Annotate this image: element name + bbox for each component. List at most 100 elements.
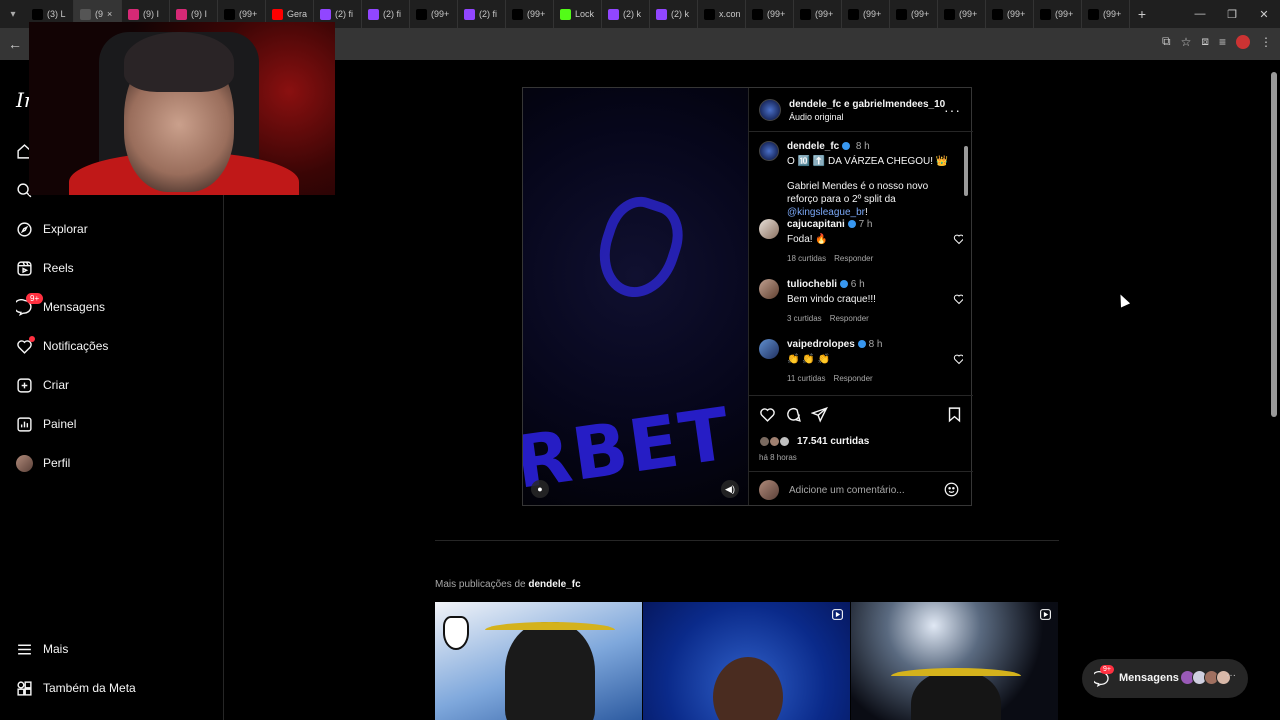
sidebar-item-painel[interactable]: Painel [16,413,76,435]
tab-label: (99+ [767,9,786,19]
tab-label: (9) I [143,9,160,19]
post-thumbnail[interactable] [643,602,850,720]
webcam-overlay [29,22,335,195]
browser-tab[interactable]: (99+ [842,0,890,28]
browser-tab[interactable]: (2) fi [458,0,506,28]
bookmark-star-icon[interactable]: ☆ [1181,35,1192,49]
tab-label: (99+ [815,9,834,19]
tab-label: (99+ [1103,9,1122,19]
messages-floating-button[interactable]: 9+ Mensagens ··· [1082,659,1248,698]
browser-tab[interactable]: (2) fi [362,0,410,28]
comment-item: cajucapitani 7 h Foda! 🔥 18 curtidas Respon… [759,219,963,263]
sidebar-item-reels[interactable]: Reels [16,257,74,279]
browser-menu-icon[interactable]: ⋮ [1260,35,1272,49]
reply-button[interactable]: Responder [834,254,873,263]
page-scrollbar[interactable] [1268,60,1280,720]
tagged-users-icon[interactable]: ● [531,480,549,498]
more-options-icon[interactable]: ··· [944,102,961,118]
minimize-button[interactable]: — [1184,0,1216,28]
sidebar-item-notificaes[interactable]: Notificações [16,335,108,357]
browser-tab[interactable]: (99+ [938,0,986,28]
tab-label: (2) fi [335,9,353,19]
comment-time: 7 h [858,219,873,230]
commenter-name[interactable]: tuliochebli [787,279,837,290]
save-bookmark-icon[interactable] [946,406,963,423]
browser-tab[interactable]: (99+ [1034,0,1082,28]
comment-input[interactable]: Adicione um comentário... [789,485,905,496]
browser-tab[interactable]: (2) k [650,0,698,28]
caption-user[interactable]: dendele_fc [787,141,839,152]
browser-tab[interactable]: Lock [554,0,602,28]
club-crest-shape [587,188,693,308]
commenter-avatar[interactable] [759,339,779,359]
reply-button[interactable]: Responder [830,314,869,323]
tiktok-icon [752,8,763,20]
sidebar-item-explorar[interactable]: Explorar [16,218,88,240]
tiktok-icon [224,8,235,20]
browser-tab[interactable]: x.con [698,0,746,28]
browser-tab[interactable]: (99+ [890,0,938,28]
reply-button[interactable]: Responder [834,374,873,383]
more-posts-user[interactable]: dendele_fc [528,579,580,590]
maximize-button[interactable]: ❐ [1216,0,1248,28]
browser-tab[interactable]: (99+ [986,0,1034,28]
mention-link[interactable]: @kingsleague_br [787,207,865,218]
browser-tab[interactable]: (99+ [746,0,794,28]
sidebar-item-label: Também da Meta [43,681,136,695]
tab-label: Lock [575,9,595,19]
media-controls-icon[interactable]: ≡ [1219,35,1226,49]
tab-label: x.con [719,9,741,19]
browser-tab[interactable]: (99+ [506,0,554,28]
post-thumbnail[interactable] [435,602,642,720]
commenter-avatar[interactable] [759,279,779,299]
comment-likes[interactable]: 3 curtidas [787,314,822,323]
commenter-name[interactable]: vaipedrolopes [787,339,855,350]
sidebar-item-perfil[interactable]: Perfil [16,452,70,474]
comments-scrollbar[interactable] [962,134,970,394]
comment-likes[interactable]: 11 curtidas [787,374,826,383]
like-count[interactable]: 17.541 curtidas [759,436,869,447]
comment-likes[interactable]: 18 curtidas [787,254,826,263]
post-authors[interactable]: dendele_fc e gabrielmendees_10 [789,99,945,110]
commenter-name[interactable]: cajucapitani [787,219,845,230]
author-avatar[interactable] [759,99,781,121]
close-tab-icon[interactable]: × [107,9,112,19]
liker-avatar [779,436,790,447]
back-arrow-icon[interactable]: ← [8,36,22,52]
club-badge-shape [443,616,469,650]
install-app-icon[interactable]: ⧉ [1162,34,1171,49]
extensions-icon[interactable]: ⧈ [1201,34,1209,49]
window-controls: — ❐ ✕ [1184,0,1280,28]
browser-tab[interactable]: (99+ [1082,0,1130,28]
share-icon[interactable] [811,406,828,423]
sidebar-item-label: Explorar [43,222,88,236]
tiktok-icon [800,8,811,20]
sidebar-item-meta[interactable]: Também da Meta [16,677,136,699]
sidebar-item-mensagens[interactable]: 9+ Mensagens [16,292,105,318]
post-audio[interactable]: Áudio original [789,112,844,122]
avatar [16,454,33,472]
browser-tab[interactable]: (99+ [410,0,458,28]
profile-avatar[interactable] [1236,34,1250,49]
commenter-avatar[interactable] [759,219,779,239]
more-posts-title: Mais publicações de dendele_fc [435,579,581,590]
browser-tab[interactable]: (2) k [602,0,650,28]
volume-icon[interactable]: ◀) [721,480,739,498]
sidebar-item-criar[interactable]: Criar [16,374,69,396]
meta-grid-icon [17,680,32,696]
section-divider [435,540,1059,541]
new-tab-button[interactable]: + [1130,6,1154,22]
bull-horns-shape [485,622,615,638]
emoji-icon[interactable] [944,482,959,497]
post-thumbnail[interactable] [851,602,1058,720]
browser-tab[interactable]: (99+ [794,0,842,28]
sidebar-item-more[interactable]: Mais [16,638,68,660]
tab-search-button[interactable]: ▾ [0,0,26,28]
comment-icon[interactable] [785,406,802,423]
close-window-button[interactable]: ✕ [1248,0,1280,28]
post-media[interactable]: RBET ● ◀) [523,88,748,505]
tab-label: (9 [95,9,104,19]
like-heart-icon[interactable] [759,406,776,423]
caption-avatar[interactable] [759,141,779,161]
comment-text: Bem vindo craque!!! [787,294,876,305]
